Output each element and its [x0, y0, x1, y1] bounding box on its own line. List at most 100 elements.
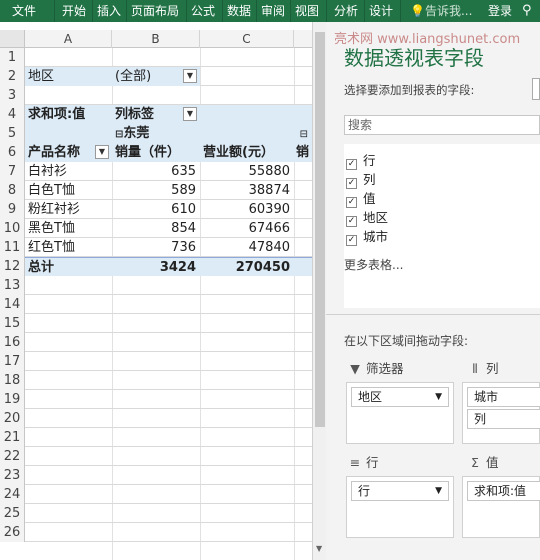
- value-label-cell[interactable]: 求和项:值: [25, 105, 112, 124]
- checkbox-checked-icon[interactable]: ✓: [346, 235, 357, 246]
- tab-data[interactable]: 数据: [227, 2, 251, 20]
- product-name-cell[interactable]: 粉红衬衫: [25, 200, 112, 219]
- collapse-icon[interactable]: ⊟: [300, 129, 308, 140]
- row-number[interactable]: 3: [0, 86, 25, 105]
- columns-chip-column[interactable]: 列: [467, 409, 540, 429]
- field-item-city[interactable]: ✓ 城市: [346, 228, 388, 246]
- row-number[interactable]: 4: [0, 105, 25, 124]
- column-header-a[interactable]: A: [25, 30, 112, 48]
- row-number[interactable]: 17: [0, 352, 25, 371]
- tab-formulas[interactable]: 公式: [191, 2, 215, 20]
- sales-header-cell[interactable]: 销量（件）: [112, 143, 200, 162]
- user-icon[interactable]: ⚲: [522, 2, 532, 20]
- tab-analyze[interactable]: 分析: [334, 2, 358, 20]
- row-number[interactable]: 7: [0, 162, 25, 181]
- product-name-cell[interactable]: 黑色T恤: [25, 219, 112, 238]
- product-name-cell[interactable]: 红色T恤: [25, 238, 112, 257]
- row-number[interactable]: 19: [0, 390, 25, 409]
- row-number[interactable]: 22: [0, 447, 25, 466]
- checkbox-checked-icon[interactable]: ✓: [346, 159, 357, 170]
- select-all-corner[interactable]: [0, 30, 25, 48]
- field-item-column[interactable]: ✓ 列: [346, 171, 376, 189]
- row-number[interactable]: 11: [0, 238, 25, 257]
- row-number[interactable]: 25: [0, 504, 25, 523]
- tell-me-box[interactable]: 💡告诉我...: [410, 2, 472, 20]
- row-number[interactable]: 26: [0, 523, 25, 542]
- row-number[interactable]: 8: [0, 181, 25, 200]
- row-number[interactable]: 5: [0, 124, 25, 143]
- row-number[interactable]: 15: [0, 314, 25, 333]
- values-zone[interactable]: 求和项:值: [462, 476, 540, 538]
- row-number[interactable]: 6: [0, 143, 25, 162]
- tab-home[interactable]: 开始: [62, 2, 86, 20]
- revenue-cell[interactable]: 67466: [200, 219, 294, 238]
- spreadsheet[interactable]: A B C 1 2 地区 (全部) ▼ 3 4 求和项:值 列标签 ▼ 5 ⊟东…: [0, 22, 312, 560]
- values-chip-sum[interactable]: 求和项:值: [467, 481, 540, 501]
- row-number[interactable]: 9: [0, 200, 25, 219]
- rows-chip-row[interactable]: 行 ▼: [351, 481, 449, 501]
- sales-qty-cell[interactable]: 854: [112, 219, 200, 238]
- row-number[interactable]: 12: [0, 257, 25, 276]
- field-item-value[interactable]: ✓ 值: [346, 190, 376, 208]
- row-number[interactable]: 21: [0, 428, 25, 447]
- product-name-cell[interactable]: 白色T恤: [25, 181, 112, 200]
- row-number[interactable]: 14: [0, 295, 25, 314]
- search-input[interactable]: 搜索: [344, 115, 540, 135]
- city-group-cell[interactable]: ⊟东莞: [112, 124, 200, 143]
- tools-button[interactable]: [532, 78, 540, 100]
- row-number[interactable]: 18: [0, 371, 25, 390]
- row-number[interactable]: 1: [0, 48, 25, 67]
- total-revenue-cell[interactable]: 270450: [200, 257, 294, 276]
- field-item-row[interactable]: ✓ 行: [346, 152, 376, 170]
- sales-qty-cell[interactable]: 635: [112, 162, 200, 181]
- filters-zone[interactable]: 地区 ▼: [346, 382, 454, 444]
- row-number[interactable]: 16: [0, 333, 25, 352]
- checkbox-checked-icon[interactable]: ✓: [346, 197, 357, 208]
- chevron-down-icon[interactable]: ▼: [435, 388, 442, 406]
- extra-header-cell[interactable]: 销: [294, 143, 312, 162]
- filters-chip-region[interactable]: 地区 ▼: [351, 387, 449, 407]
- tab-file[interactable]: 文件: [12, 2, 36, 20]
- product-name-cell[interactable]: 白衬衫: [25, 162, 112, 181]
- total-label-cell[interactable]: 总计: [25, 257, 112, 276]
- sales-qty-cell[interactable]: 610: [112, 200, 200, 219]
- filter-field-label[interactable]: 地区: [25, 67, 112, 86]
- product-filter-dropdown-button[interactable]: ▼: [95, 145, 109, 159]
- row-number[interactable]: 13: [0, 276, 25, 295]
- tab-insert[interactable]: 插入: [97, 2, 121, 20]
- more-tables-link[interactable]: 更多表格...: [344, 256, 403, 274]
- tab-page-layout[interactable]: 页面布局: [131, 2, 179, 20]
- revenue-cell[interactable]: 60390: [200, 200, 294, 219]
- field-item-region[interactable]: ✓ 地区: [346, 209, 388, 227]
- tab-review[interactable]: 审阅: [261, 2, 285, 20]
- row-number[interactable]: 23: [0, 466, 25, 485]
- revenue-header-cell[interactable]: 营业额(元）: [200, 143, 294, 162]
- scroll-down-icon[interactable]: ▼: [316, 544, 322, 553]
- revenue-cell[interactable]: 55880: [200, 162, 294, 181]
- row-number[interactable]: 20: [0, 409, 25, 428]
- total-qty-cell[interactable]: 3424: [112, 257, 200, 276]
- chevron-down-icon[interactable]: ▼: [435, 482, 442, 500]
- row-number[interactable]: 2: [0, 67, 25, 86]
- columns-zone[interactable]: 城市 列: [462, 382, 540, 444]
- sales-qty-cell[interactable]: 736: [112, 238, 200, 257]
- rows-zone[interactable]: 行 ▼: [346, 476, 454, 538]
- columns-chip-city[interactable]: 城市: [467, 387, 540, 407]
- column-labels-dropdown-button[interactable]: ▼: [183, 107, 197, 121]
- ribbon-separator: [186, 0, 187, 22]
- row-number[interactable]: 10: [0, 219, 25, 238]
- vertical-scrollbar[interactable]: ▼: [312, 22, 326, 560]
- tab-view[interactable]: 视图: [295, 2, 319, 20]
- tab-design[interactable]: 设计: [369, 2, 393, 20]
- sales-qty-cell[interactable]: 589: [112, 181, 200, 200]
- revenue-cell[interactable]: 38874: [200, 181, 294, 200]
- revenue-cell[interactable]: 47840: [200, 238, 294, 257]
- column-header-b[interactable]: B: [112, 30, 200, 48]
- scrollbar-thumb[interactable]: [315, 32, 325, 427]
- column-header-c[interactable]: C: [200, 30, 294, 48]
- checkbox-checked-icon[interactable]: ✓: [346, 178, 357, 189]
- checkbox-checked-icon[interactable]: ✓: [346, 216, 357, 227]
- login-button[interactable]: 登录: [488, 2, 512, 20]
- row-number[interactable]: 24: [0, 485, 25, 504]
- filter-dropdown-button[interactable]: ▼: [183, 69, 197, 83]
